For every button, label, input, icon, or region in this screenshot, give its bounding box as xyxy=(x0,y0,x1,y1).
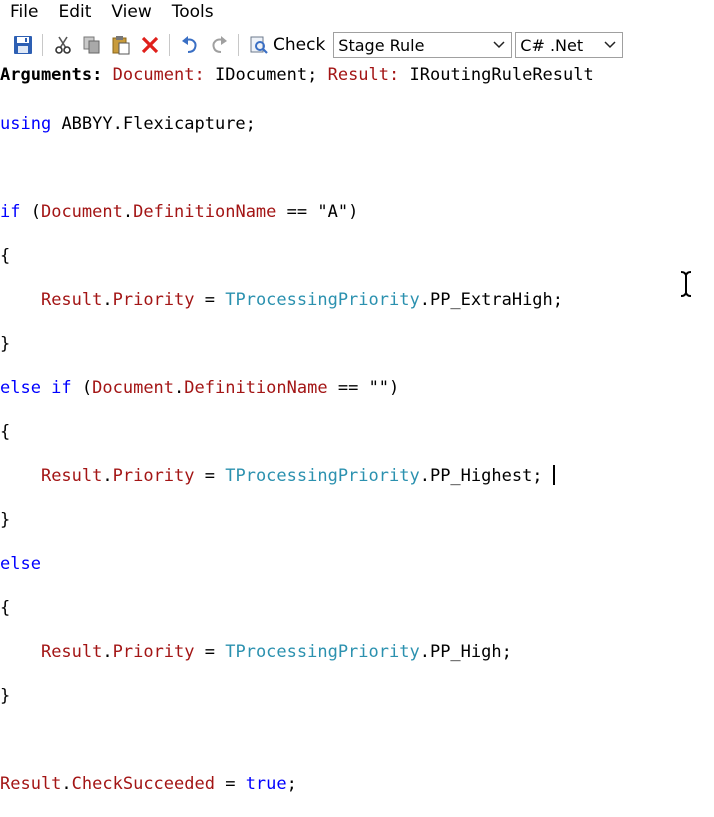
arg-document-type: IDocument; xyxy=(214,65,318,85)
save-icon xyxy=(14,36,32,54)
undo-icon xyxy=(182,36,197,53)
ibeam-cursor-icon xyxy=(680,271,692,297)
code-line: } xyxy=(0,334,11,354)
operator: == xyxy=(286,202,308,222)
identifier: Priority xyxy=(112,290,195,310)
undo-button[interactable] xyxy=(177,32,203,58)
copy-icon xyxy=(83,36,100,54)
menu-view[interactable]: View xyxy=(101,1,161,23)
code-line: Result.Priority = TProcessingPriority.PP… xyxy=(40,290,564,310)
paste-button[interactable] xyxy=(108,32,134,58)
chevron-down-icon xyxy=(493,41,505,49)
type-name: TProcessingPriority xyxy=(225,290,420,310)
identifier: Result xyxy=(40,290,103,310)
toolbar-separator xyxy=(238,34,239,56)
code-line: { xyxy=(0,422,11,442)
menu-file[interactable]: File xyxy=(0,1,48,23)
identifier: Document xyxy=(40,202,123,222)
menu-bar: File Edit View Tools xyxy=(0,0,714,24)
arg-result-name: Result: xyxy=(327,65,400,85)
cut-icon xyxy=(55,36,71,54)
toolbar: Check Stage Rule C# .Net xyxy=(0,29,714,61)
language-select[interactable]: C# .Net xyxy=(515,32,624,58)
keyword: else xyxy=(0,554,41,574)
text-caret xyxy=(552,465,555,485)
code-line: using ABBYY.Flexicapture; xyxy=(0,113,714,135)
code-line: else if (Document.DefinitionName == "") xyxy=(0,378,400,398)
identifier: Priority xyxy=(112,466,195,486)
paste-icon xyxy=(112,36,130,55)
code-line: Result.CheckSucceeded = true; xyxy=(0,774,297,794)
delete-icon xyxy=(141,36,159,54)
namespace: ABBYY.Flexicapture; xyxy=(61,114,256,134)
delete-button[interactable] xyxy=(137,32,163,58)
menu-tools[interactable]: Tools xyxy=(162,1,224,23)
string-literal: "A" xyxy=(317,202,349,222)
arguments-line: Arguments: Document: IDocument; Result: … xyxy=(0,64,714,86)
code-line: { xyxy=(0,246,11,266)
identifier: DefinitionName xyxy=(133,202,277,222)
identifier: Result xyxy=(40,466,103,486)
identifier: Priority xyxy=(112,642,195,662)
enum-member: PP_Highest; xyxy=(429,466,543,486)
keyword: if xyxy=(0,202,21,222)
redo-icon xyxy=(212,36,227,53)
save-button[interactable] xyxy=(10,32,36,58)
code-line: else xyxy=(0,553,714,575)
check-button[interactable]: Check xyxy=(245,32,329,58)
toolbar-separator xyxy=(169,34,170,56)
string-literal: "" xyxy=(368,378,390,398)
menu-edit[interactable]: Edit xyxy=(48,1,101,23)
toolbar-separator xyxy=(42,34,43,56)
check-icon xyxy=(250,36,268,54)
code-line: } xyxy=(0,686,11,706)
type-name: TProcessingPriority xyxy=(225,642,420,662)
stage-select[interactable]: Stage Rule xyxy=(333,32,513,58)
identifier: DefinitionName xyxy=(184,378,328,398)
keyword: else if xyxy=(0,378,72,398)
code-line: Result.Priority = TProcessingPriority.PP… xyxy=(40,642,512,662)
code-line: Result.Priority = TProcessingPriority.PP… xyxy=(0,465,714,487)
redo-button[interactable] xyxy=(206,32,232,58)
chevron-down-icon xyxy=(604,41,616,49)
cut-button[interactable] xyxy=(50,32,76,58)
stage-select-value: Stage Rule xyxy=(338,35,425,55)
code-line: } xyxy=(0,510,11,530)
code-line: if (Document.DefinitionName == "A") xyxy=(0,202,359,222)
arg-document-name: Document: xyxy=(112,65,205,85)
keyword: true xyxy=(245,774,287,794)
identifier: Result xyxy=(40,642,103,662)
keyword: using xyxy=(0,114,52,134)
arg-result-type: IRoutingRuleResult xyxy=(409,65,594,85)
copy-button[interactable] xyxy=(79,32,105,58)
check-label: Check xyxy=(273,35,326,55)
language-select-value: C# .Net xyxy=(520,35,584,55)
arguments-label: Arguments: xyxy=(0,65,103,85)
code-editor[interactable]: using ABBYY.Flexicapture; if (Document.D… xyxy=(0,91,714,817)
code-line: { xyxy=(0,598,11,618)
enum-member: PP_High; xyxy=(429,642,512,662)
enum-member: PP_ExtraHigh; xyxy=(429,290,564,310)
type-name: TProcessingPriority xyxy=(225,466,420,486)
identifier: Result xyxy=(0,774,62,794)
identifier: Document xyxy=(92,378,175,398)
operator: == xyxy=(337,378,359,398)
identifier: CheckSucceeded xyxy=(71,774,215,794)
